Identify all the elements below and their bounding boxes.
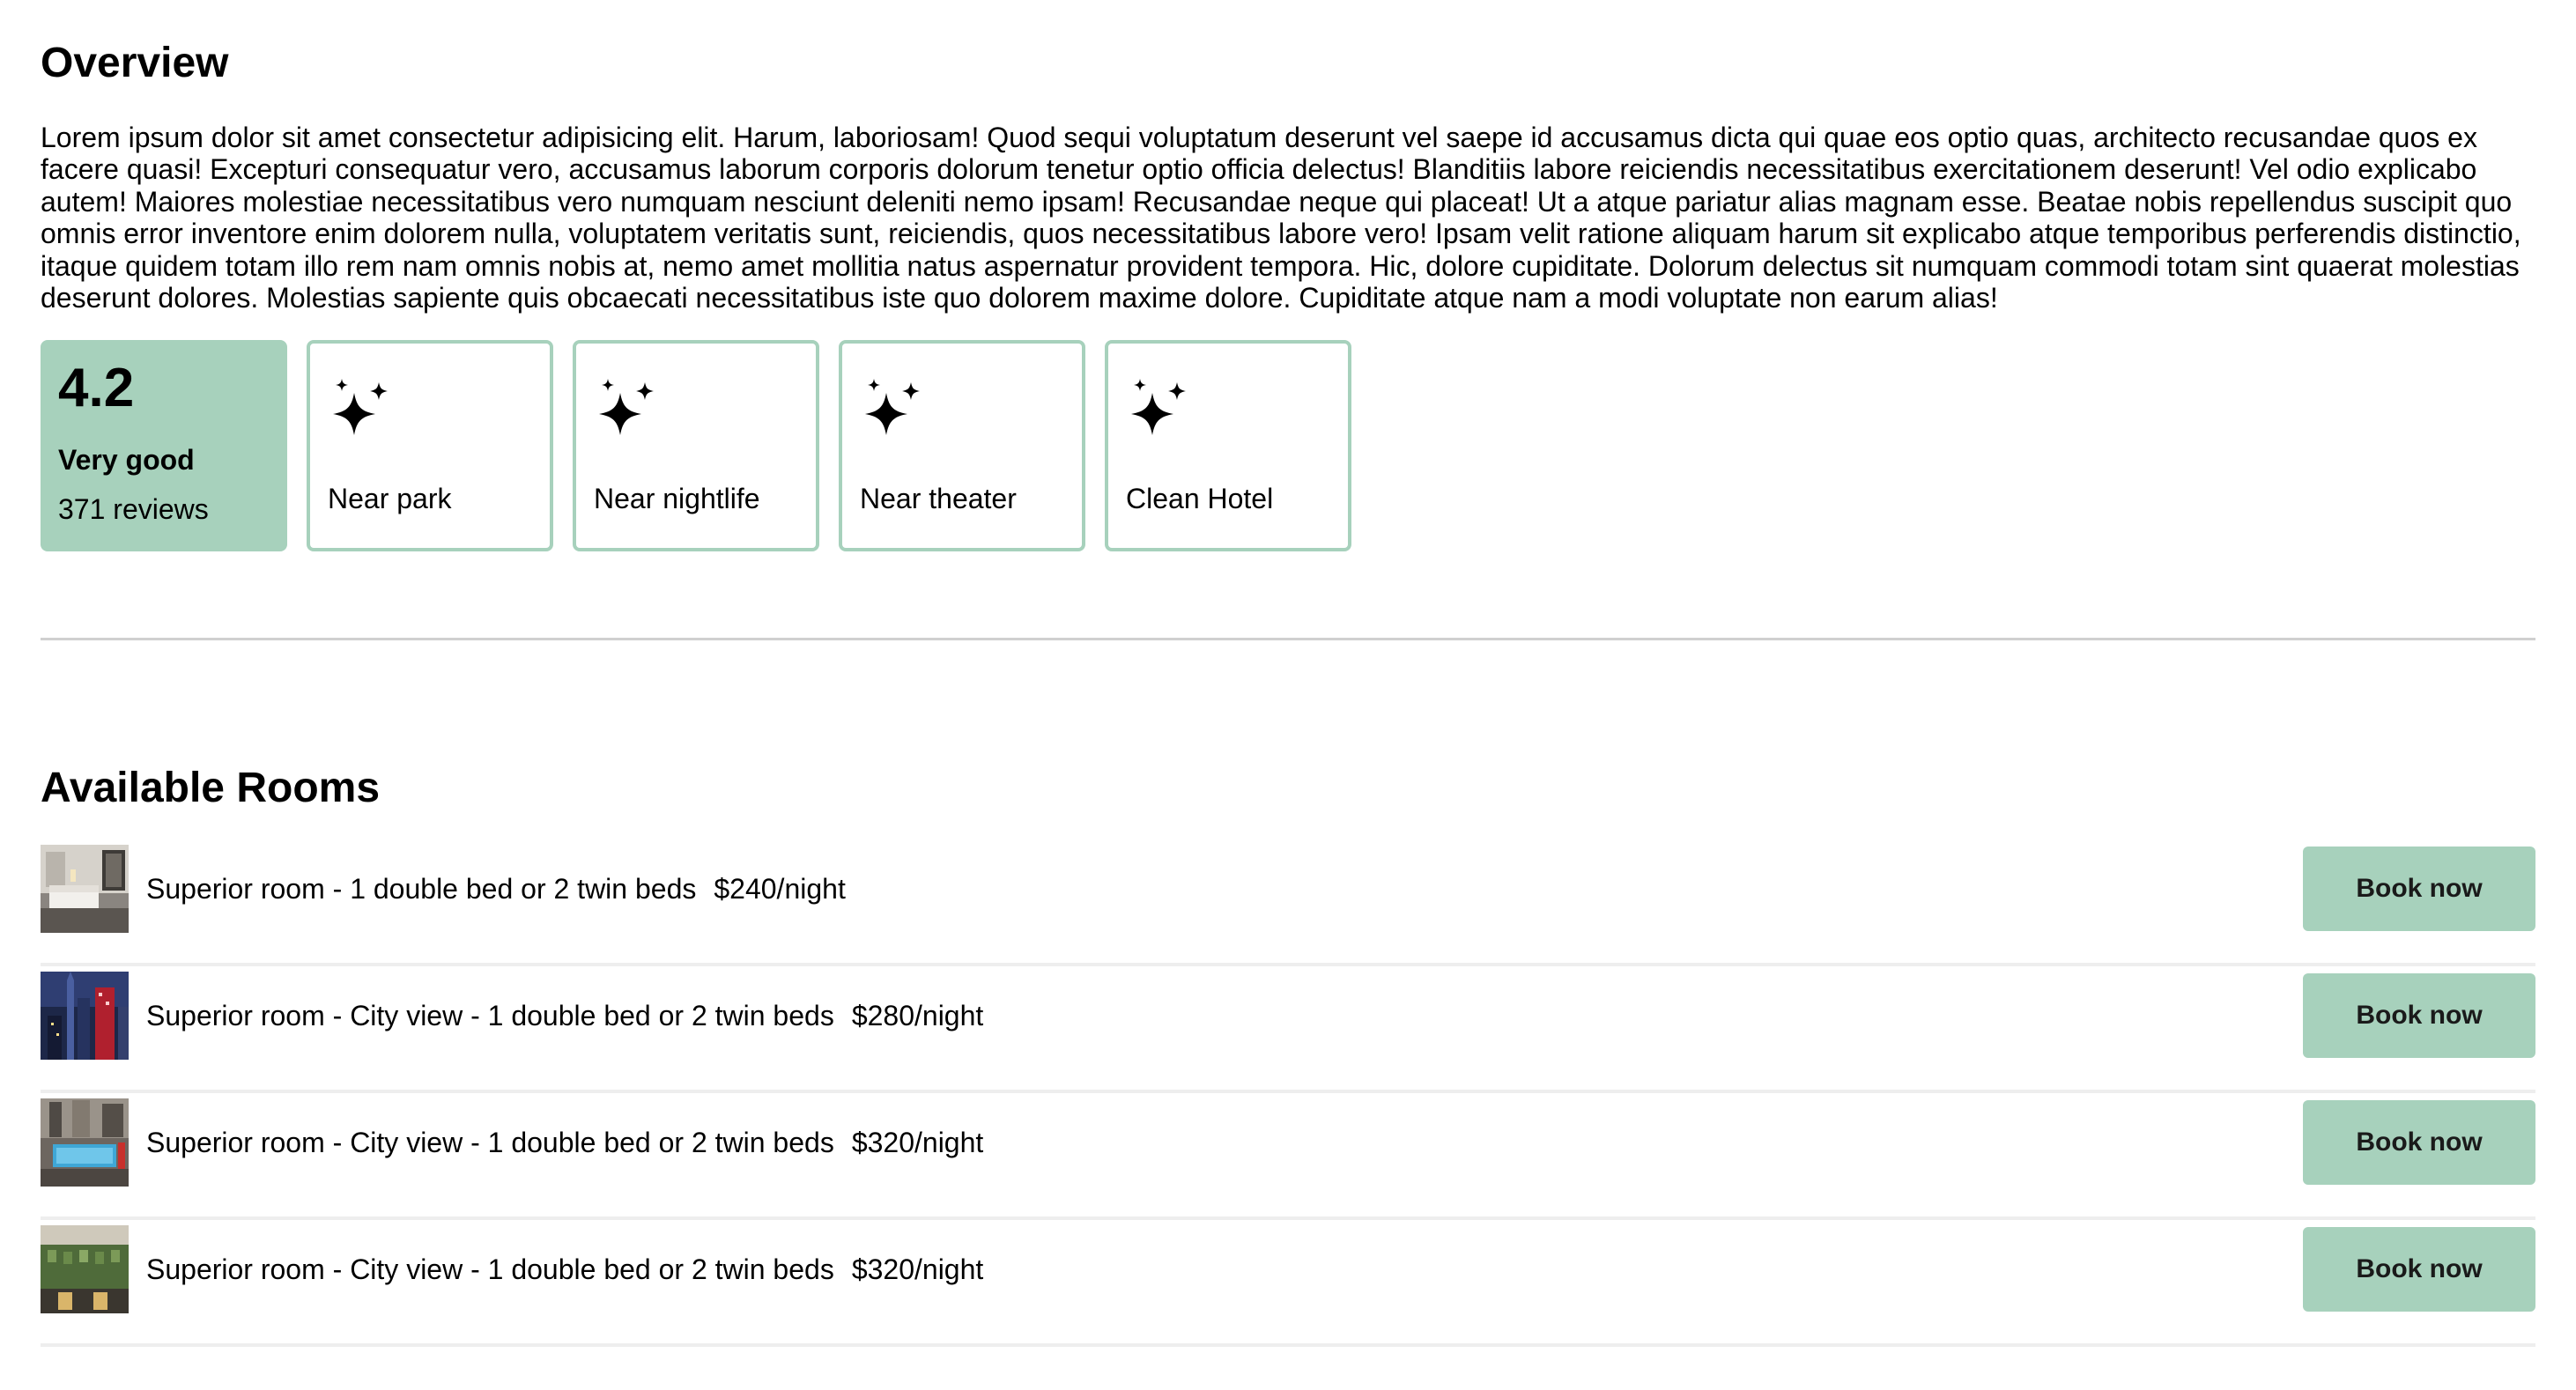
city-night-photo: [41, 972, 129, 1061]
rooms-list: Superior room - 1 double bed or 2 twin b…: [41, 841, 2535, 1348]
room-thumbnail: [41, 972, 129, 1061]
room-price: $240/night: [714, 873, 846, 906]
pool-photo: [41, 1098, 129, 1187]
book-now-button[interactable]: Book now: [2303, 1227, 2535, 1312]
sparkles-icon: [1131, 379, 1186, 436]
book-now-button[interactable]: Book now: [2303, 973, 2535, 1059]
sparkles-icon: [865, 379, 920, 436]
book-now-button[interactable]: Book now: [2303, 1100, 2535, 1186]
room-thumbnail: [41, 1098, 129, 1187]
rating-label: Very good: [58, 444, 195, 477]
feature-card-near-theater: Near theater: [839, 340, 1085, 552]
room-name: Superior room - 1 double bed or 2 twin b…: [146, 873, 697, 906]
room-row: Superior room - City view - 1 double bed…: [41, 1095, 2535, 1221]
feature-card-near-nightlife: Near nightlife: [573, 340, 819, 552]
room-price: $320/night: [851, 1253, 984, 1286]
room-row: Superior room - City view - 1 double bed…: [41, 968, 2535, 1094]
overview-title: Overview: [41, 40, 229, 86]
feature-card-near-park: Near park: [307, 340, 553, 552]
feature-label: Near park: [328, 483, 452, 515]
room-price: $280/night: [851, 1000, 984, 1032]
hotel-room-photo: [41, 845, 129, 934]
overview-description: Lorem ipsum dolor sit amet consectetur a…: [41, 122, 2521, 314]
room-thumbnail: [41, 1225, 129, 1314]
hotel-facade-photo: [41, 1225, 129, 1314]
hotel-details-page: Overview Lorem ipsum dolor sit amet cons…: [0, 0, 2576, 1348]
room-name: Superior room - City view - 1 double bed…: [146, 1127, 834, 1159]
highlights-row: 4.2 Very good 371 reviews Near park Near…: [41, 340, 2535, 552]
room-price: $320/night: [851, 1127, 984, 1159]
feature-label: Near theater: [860, 483, 1017, 515]
room-name: Superior room - City view - 1 double bed…: [146, 1000, 834, 1032]
feature-card-clean-hotel: Clean Hotel: [1105, 340, 1351, 552]
rating-review-count: 371 reviews: [58, 493, 209, 526]
rating-card: 4.2 Very good 371 reviews: [41, 340, 287, 552]
book-now-button[interactable]: Book now: [2303, 847, 2535, 932]
sparkles-icon: [333, 379, 388, 436]
room-row: Superior room - 1 double bed or 2 twin b…: [41, 841, 2535, 967]
room-thumbnail: [41, 845, 129, 934]
feature-label: Near nightlife: [594, 483, 760, 515]
sparkles-icon: [599, 379, 654, 436]
available-rooms-title: Available Rooms: [41, 765, 381, 812]
section-divider: [41, 638, 2535, 641]
rating-score: 4.2: [58, 358, 135, 419]
room-name: Superior room - City view - 1 double bed…: [146, 1253, 834, 1286]
room-row: Superior room - City view - 1 double bed…: [41, 1222, 2535, 1348]
feature-label: Clean Hotel: [1126, 483, 1274, 515]
